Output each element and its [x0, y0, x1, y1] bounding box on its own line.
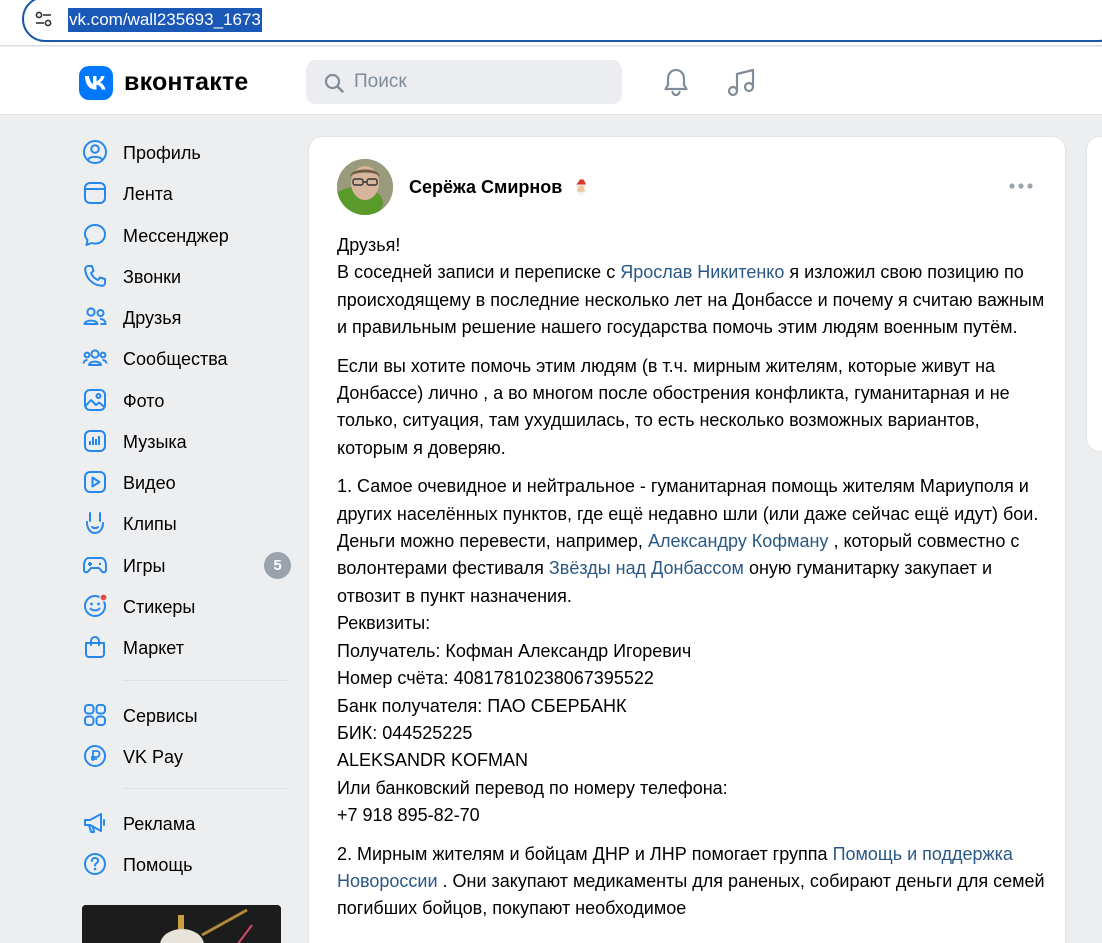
sidebar-divider — [123, 680, 288, 681]
promo-banner-image[interactable] — [82, 905, 281, 943]
post-paragraph: Если вы хотите помочь этим людям (в т.ч.… — [337, 355, 1010, 458]
post-text-fragment: В соседней записи и переписке с — [337, 262, 621, 283]
sidebar-item-label: VK Pay — [123, 747, 184, 767]
sidebar-item-feed[interactable]: Лента — [80, 173, 295, 211]
vkpay-icon — [84, 745, 106, 767]
post-paragraph: 2. Мирным жителям и бойцам ДНР и ЛНР пом… — [337, 841, 1047, 923]
sidebar-item-calls[interactable]: Звонки — [80, 256, 295, 294]
requisites-line: +7 918 895-82-70 — [337, 805, 480, 826]
post-text: Друзья! В соседней записи и переписке с … — [337, 232, 1047, 934]
search-icon — [324, 73, 344, 93]
sidebar-item-stickers[interactable]: Стикеры — [80, 586, 295, 624]
games-count-badge: 5 — [264, 552, 291, 579]
author-avatar[interactable] — [337, 159, 393, 215]
phone-icon — [84, 265, 106, 287]
video-icon — [84, 471, 106, 493]
requisites-line: Номер счёта: 40817810238067395522 — [337, 668, 654, 689]
user-circle-icon — [83, 140, 107, 164]
requisites-line: Получатель: Кофман Александр Игоревич — [337, 640, 692, 661]
sidebar-item-label: Помощь — [123, 855, 193, 875]
message-icon — [84, 224, 106, 246]
sidebar-item-services[interactable]: Сервисы — [80, 695, 295, 733]
sidebar-item-label: Игры — [123, 556, 166, 576]
photo-icon — [84, 389, 106, 411]
sidebar-item-vkpay[interactable]: VK Pay — [80, 736, 295, 774]
sidebar-item-ads[interactable]: Реклама — [80, 803, 295, 841]
sidebar-item-label: Звонки — [123, 267, 182, 287]
requisites-line: Реквизиты: — [337, 613, 431, 634]
sidebar-item-clips[interactable]: Клипы — [80, 503, 295, 541]
sidebar-item-label: Фото — [123, 391, 165, 411]
post-text-line: Друзья! — [337, 235, 401, 255]
vk-top-header: вконтакте — [0, 47, 1102, 115]
sidebar-item-label: Сообщества — [123, 349, 228, 369]
post-text-fragment: . Они закупают медикаменты для раненых, … — [337, 870, 1045, 919]
clips-icon — [86, 512, 104, 535]
post-paragraph: Друзья! В соседней записи и переписке с … — [337, 232, 1047, 342]
site-settings-icon[interactable] — [34, 9, 54, 29]
right-sidebar-card — [1086, 136, 1102, 452]
wall-post: Серёжа Смирнов Друзья! В соседней записи… — [308, 136, 1066, 943]
more-options-icon[interactable] — [1009, 181, 1033, 191]
communities-icon — [82, 349, 108, 366]
requisites-line: Банк получателя: ПАО СБЕРБАНК — [337, 695, 627, 716]
notifications-bell-icon[interactable] — [660, 66, 692, 98]
mention-link-stars-donbass[interactable]: Звёзды над Донбассом — [549, 558, 744, 578]
requisites-line: ALEKSANDR KOFMAN — [337, 750, 529, 771]
market-icon — [85, 635, 105, 658]
santa-emoji-icon — [575, 176, 587, 195]
sidebar-item-market[interactable]: Маркет — [80, 627, 295, 665]
sidebar-item-label: Лента — [123, 184, 173, 204]
sidebar-item-label: Сервисы — [123, 706, 198, 726]
music-player-icon[interactable] — [726, 66, 758, 98]
ads-icon — [84, 813, 105, 833]
sidebar-item-music[interactable]: Музыка — [80, 421, 295, 459]
music-icon — [84, 430, 106, 452]
sidebar-item-label: Клипы — [123, 514, 177, 534]
post-paragraph: 1. Самое очевидное и нейтральное - гуман… — [337, 473, 1047, 829]
friends-icon — [83, 307, 107, 325]
sidebar-item-games[interactable]: Игры 5 — [80, 545, 295, 583]
sidebar-item-label: Профиль — [123, 143, 201, 163]
sidebar-item-label: Друзья — [123, 308, 182, 328]
sidebar-item-label: Маркет — [123, 638, 184, 658]
vk-wordmark[interactable]: вконтакте — [124, 66, 249, 98]
sidebar-divider — [123, 788, 288, 789]
search-box[interactable] — [306, 60, 622, 104]
browser-address-bar: vk.com/wall235693_1673 — [0, 0, 1102, 46]
sidebar-item-profile[interactable]: Профиль — [80, 132, 295, 170]
sidebar-item-label: Реклама — [123, 814, 196, 834]
mention-link-yaroslav[interactable]: Ярослав Никитенко — [620, 262, 784, 282]
requisites-line: БИК: 044525225 — [337, 722, 473, 743]
stickers-icon — [84, 593, 108, 617]
services-icon — [84, 704, 106, 726]
mention-link-kofman[interactable]: Александру Кофману — [648, 531, 829, 551]
sidebar-item-friends[interactable]: Друзья — [80, 297, 295, 335]
url-text[interactable]: vk.com/wall235693_1673 — [68, 8, 262, 32]
sidebar-item-help[interactable]: Помощь — [80, 844, 295, 882]
sidebar-item-label: Мессенджер — [123, 226, 229, 246]
sidebar-item-communities[interactable]: Сообщества — [80, 338, 295, 376]
sidebar-item-messenger[interactable]: Мессенджер — [80, 215, 295, 253]
sidebar-item-label: Стикеры — [123, 597, 196, 617]
sidebar-item-label: Видео — [123, 473, 176, 493]
sidebar-item-photos[interactable]: Фото — [80, 380, 295, 418]
post-text-fragment: 2. Мирным жителям и бойцам ДНР и ЛНР пом… — [337, 843, 833, 864]
post-author-name[interactable]: Серёжа Смирнов — [409, 175, 562, 199]
help-icon — [84, 853, 106, 875]
sidebar-item-video[interactable]: Видео — [80, 462, 295, 500]
vk-logo-icon[interactable] — [79, 66, 113, 100]
games-icon — [83, 557, 107, 574]
search-input[interactable] — [354, 60, 614, 104]
requisites-line: Или банковский перевод по номеру телефон… — [337, 777, 728, 798]
newsfeed-icon — [84, 182, 106, 204]
sidebar-item-label: Музыка — [123, 432, 187, 452]
